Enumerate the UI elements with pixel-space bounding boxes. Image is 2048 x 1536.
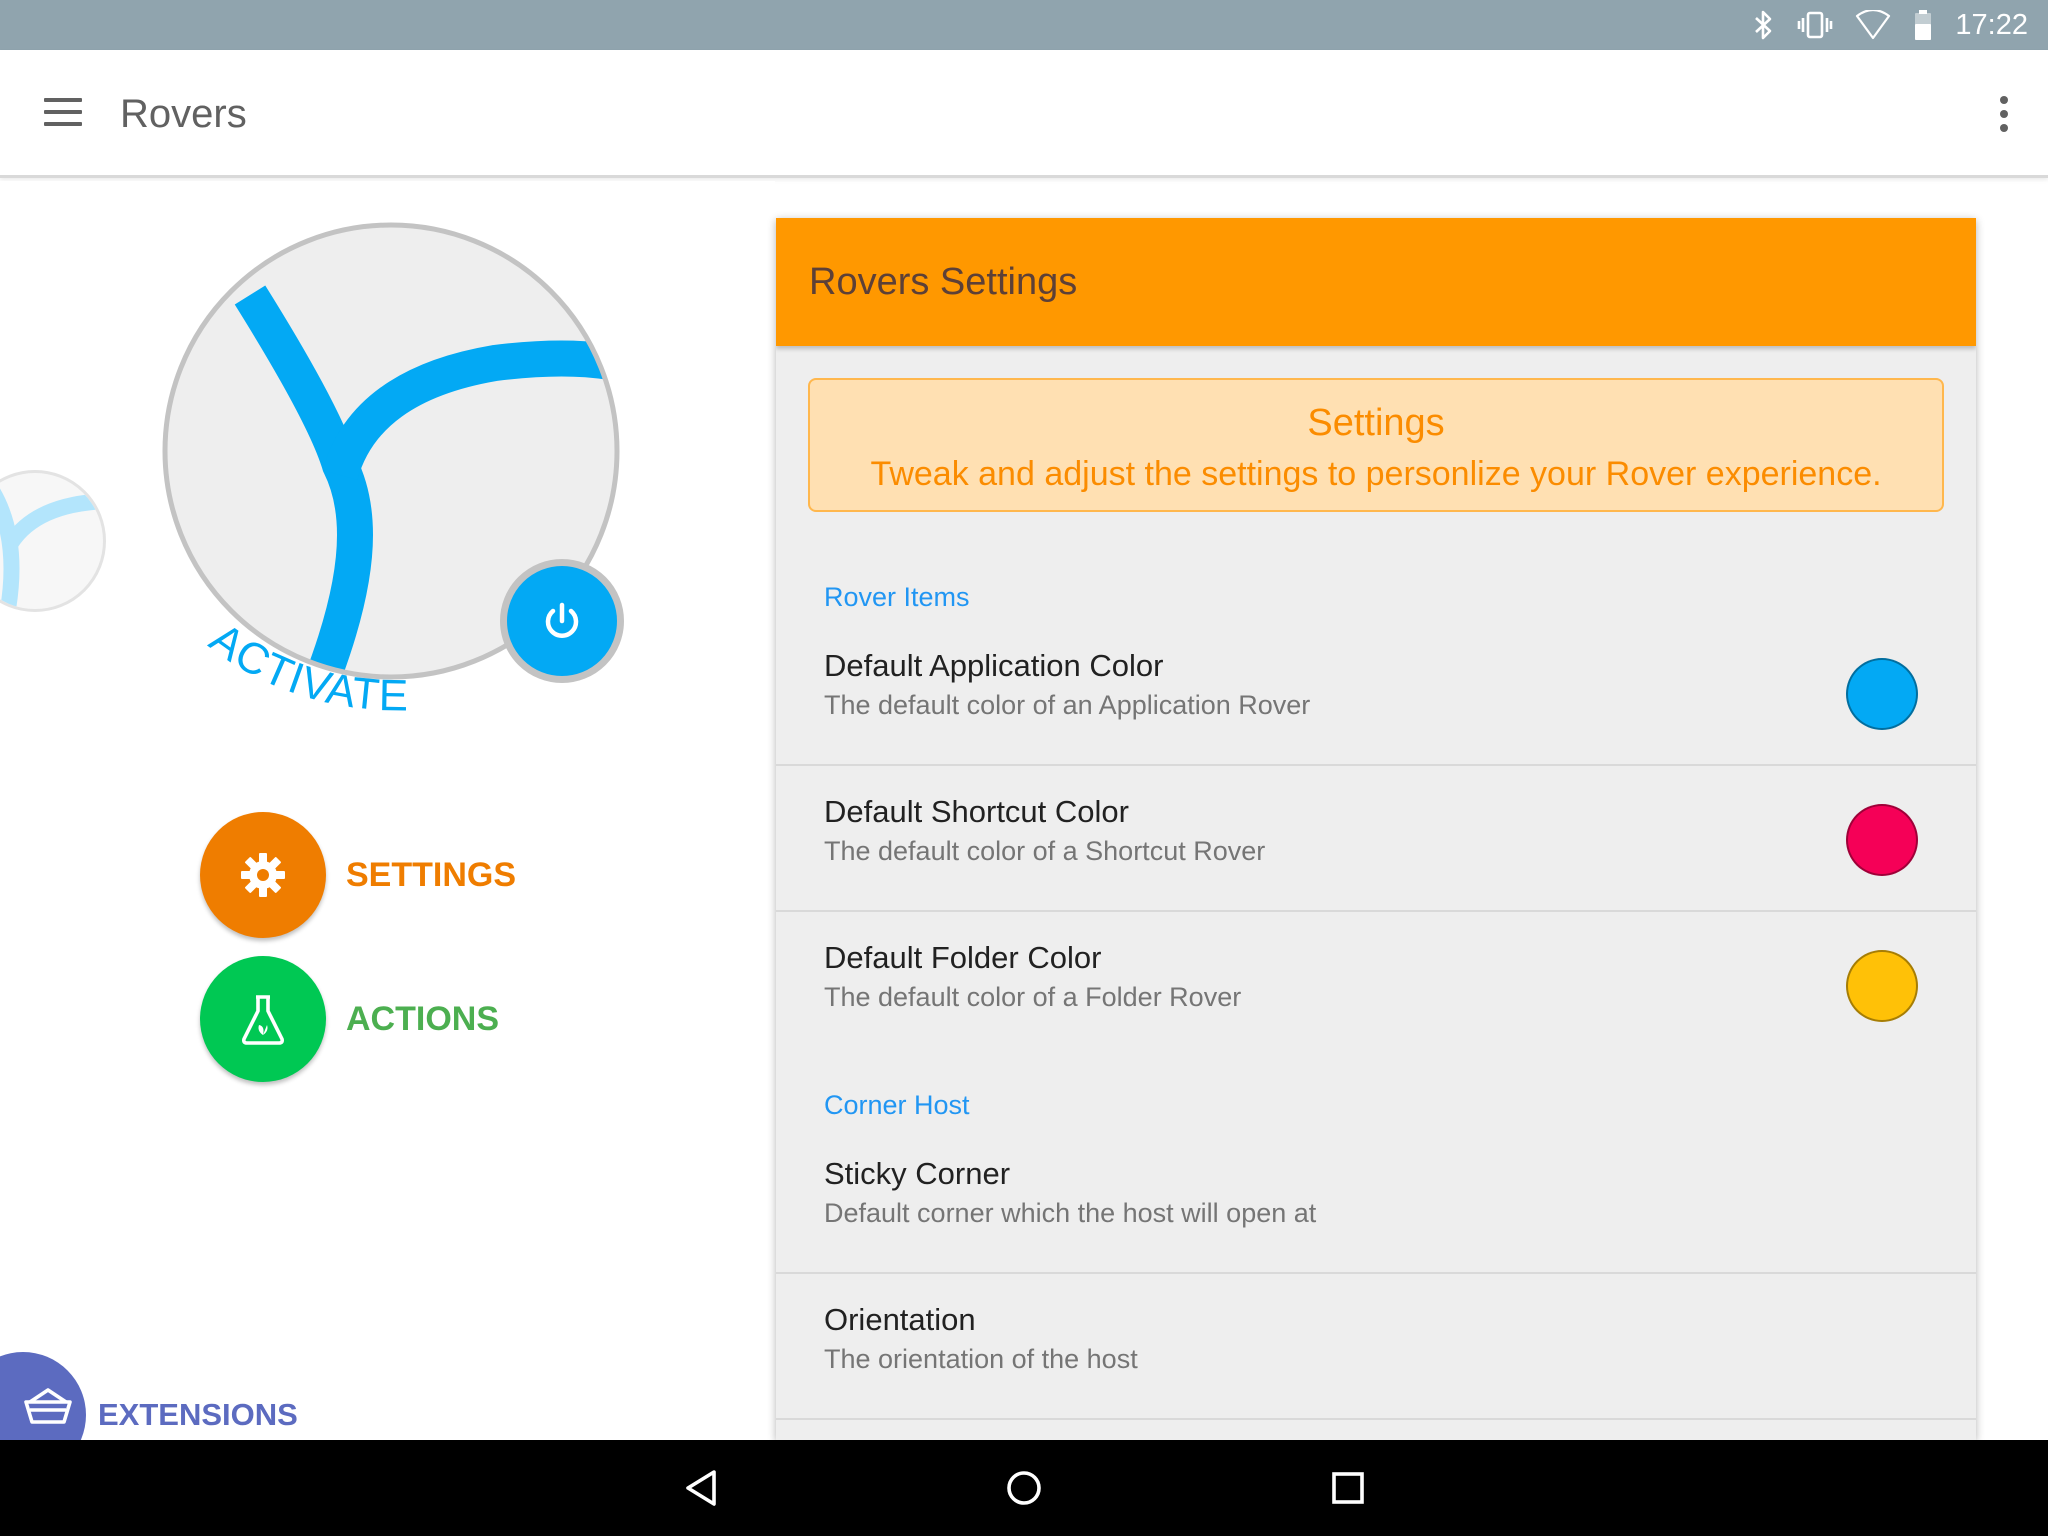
setting-title: Default Application Color bbox=[824, 648, 1164, 683]
status-bar: 17:22 bbox=[0, 0, 2048, 50]
setting-title: Default Folder Color bbox=[824, 940, 1102, 975]
flask-icon bbox=[242, 995, 284, 1045]
section-header-rover-items: Rover Items bbox=[824, 582, 970, 612]
settings-panel-title: Rovers Settings bbox=[809, 261, 1078, 303]
setting-subtitle: The default color of an Application Rove… bbox=[824, 690, 1311, 720]
setting-row-default-shortcut-color[interactable]: Default Shortcut Color The default color… bbox=[776, 766, 1976, 912]
actions-nav-item[interactable]: ACTIONS bbox=[200, 956, 499, 1082]
overflow-menu-icon[interactable] bbox=[1992, 94, 2016, 134]
setting-subtitle: The orientation of the host bbox=[824, 1344, 1138, 1374]
recents-icon[interactable] bbox=[1326, 1466, 1370, 1510]
settings-panel-header: Rovers Settings bbox=[776, 218, 1976, 346]
rover-logo-icon bbox=[0, 488, 103, 609]
setting-title: Default Shortcut Color bbox=[824, 794, 1129, 829]
power-icon bbox=[545, 602, 579, 638]
color-swatch-shortcut[interactable] bbox=[1846, 804, 1918, 876]
info-card-text: Tweak and adjust the settings to personl… bbox=[870, 455, 1882, 493]
status-icons: 17:22 bbox=[1753, 0, 2028, 50]
power-button[interactable] bbox=[500, 559, 624, 683]
settings-nav-item[interactable]: SETTINGS bbox=[200, 812, 516, 938]
mini-rover-preview[interactable] bbox=[0, 470, 106, 612]
status-time: 17:22 bbox=[1955, 8, 2028, 41]
color-swatch-folder[interactable] bbox=[1846, 950, 1918, 1022]
info-card-title: Settings bbox=[1307, 402, 1445, 444]
system-nav-bar bbox=[0, 1440, 2048, 1536]
actions-nav-circle[interactable] bbox=[200, 956, 326, 1082]
app-bar: Rovers bbox=[0, 50, 2048, 178]
setting-title: Sticky Corner bbox=[824, 1156, 1011, 1191]
extensions-nav-label: EXTENSIONS bbox=[98, 1397, 298, 1432]
home-icon[interactable] bbox=[1002, 1466, 1046, 1510]
section-header-corner-host: Corner Host bbox=[824, 1090, 970, 1120]
settings-info-card: Settings Tweak and adjust the settings t… bbox=[808, 378, 1944, 512]
settings-nav-circle[interactable] bbox=[200, 812, 326, 938]
setting-row-default-folder-color[interactable]: Default Folder Color The default color o… bbox=[776, 912, 1976, 1058]
setting-row-sticky-corner[interactable]: Sticky Corner Default corner which the h… bbox=[776, 1128, 1976, 1274]
setting-row-default-application-color[interactable]: Default Application Color The default co… bbox=[776, 620, 1976, 766]
bluetooth-icon bbox=[1755, 10, 1772, 40]
vibrate-icon bbox=[1798, 11, 1833, 39]
menu-icon[interactable] bbox=[44, 98, 84, 128]
settings-nav-label: SETTINGS bbox=[346, 855, 517, 894]
extensions-nav-circle[interactable] bbox=[0, 1352, 86, 1440]
extensions-nav-item[interactable]: EXTENSIONS bbox=[0, 1352, 298, 1440]
actions-nav-label: ACTIONS bbox=[346, 999, 499, 1038]
gear-icon bbox=[241, 853, 285, 897]
basket-icon bbox=[24, 1388, 72, 1424]
battery-icon bbox=[1915, 10, 1932, 40]
setting-subtitle: The default color of a Folder Rover bbox=[824, 982, 1242, 1012]
setting-subtitle: The default color of a Shortcut Rover bbox=[824, 836, 1266, 866]
app-title: Rovers bbox=[120, 92, 247, 136]
wifi-icon bbox=[1856, 10, 1891, 40]
setting-row-orientation[interactable]: Orientation The orientation of the host bbox=[776, 1274, 1976, 1420]
back-icon[interactable] bbox=[680, 1466, 724, 1510]
setting-title: Orientation bbox=[824, 1302, 976, 1337]
left-pane: ACTIVATED bbox=[0, 181, 775, 1440]
settings-panel: Rovers Settings Settings Tweak and adjus… bbox=[776, 218, 1976, 1440]
color-swatch-application[interactable] bbox=[1846, 658, 1918, 730]
setting-subtitle: Default corner which the host will open … bbox=[824, 1198, 1317, 1228]
